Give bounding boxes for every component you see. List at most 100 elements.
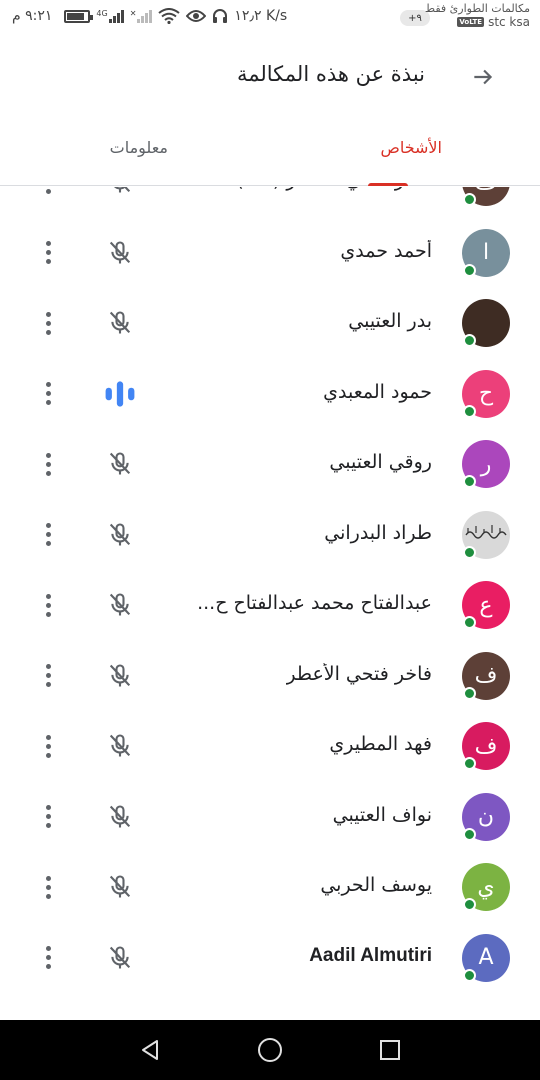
page-title: نبذة عن هذه المكالمة (236, 62, 425, 86)
avatar-initial: ا (482, 240, 490, 265)
participant-row[interactable]: ح حمود المعبدي (0, 359, 540, 429)
participant-name: أحمد حمدي (340, 239, 432, 262)
nav-back-button[interactable] (134, 1034, 166, 1066)
active-tab-indicator (368, 183, 408, 186)
more-vert-icon (45, 673, 51, 678)
back-button[interactable] (466, 60, 500, 94)
more-vert-icon (45, 664, 51, 669)
carrier-emergency-text: مكالمات الطوارئ فقط (424, 2, 530, 15)
more-options-button[interactable] (36, 869, 60, 905)
participant-row[interactable]: ف فاخر فتحي الأعطر (0, 641, 540, 711)
online-status-dot (463, 193, 476, 206)
mic-off-icon (109, 522, 131, 545)
avatar-initial: A (478, 945, 494, 970)
more-vert-icon (45, 470, 51, 476)
more-options-button[interactable] (36, 940, 60, 976)
eye-icon (186, 10, 207, 22)
more-options-button[interactable] (36, 658, 60, 694)
battery-icon (64, 9, 94, 23)
more-options-button[interactable] (36, 187, 60, 200)
more-vert-icon (45, 946, 51, 951)
participant-name: يوسف الحربي (320, 874, 432, 896)
status-left-group: ٩:٢١ م 4G ✕ ١٢٫٢ K/s (12, 8, 287, 24)
more-options-button[interactable] (36, 376, 60, 412)
participant-row[interactable]: ر روقي العتيبي (0, 429, 540, 499)
more-vert-icon (45, 964, 51, 969)
more-vert-icon (45, 532, 51, 537)
online-status-dot (463, 757, 476, 770)
more-vert-icon (45, 391, 51, 396)
mic-status (102, 728, 138, 764)
more-vert-icon (45, 611, 51, 617)
online-status-dot (463, 545, 476, 559)
nav-recents-button[interactable] (374, 1034, 406, 1066)
participant-row[interactable]: ع عبدالفتاح محمد عبدالفتاح ح... (0, 570, 540, 640)
avatar-initial: ف (474, 733, 498, 759)
more-options-button[interactable] (36, 517, 60, 553)
participant-name: نواف العتيبي (332, 803, 432, 826)
more-vert-icon (45, 875, 51, 881)
tab-info[interactable]: معلومات (110, 138, 168, 157)
more-vert-icon (45, 452, 51, 458)
signal-no-service-icon: ✕ (130, 9, 153, 23)
participant-name: فاخر فتحي الأعطر (286, 662, 432, 685)
mic-status (102, 187, 138, 200)
tab-bar: الأشخاص معلومات (0, 130, 540, 186)
more-vert-icon (45, 241, 51, 246)
participant-name: حمود المعبدي (323, 380, 432, 403)
more-vert-icon (45, 400, 51, 405)
avatar-initial: ر (480, 451, 492, 477)
participants-list[interactable]: ف فاخر فتحي الأعطر (أنت) ا أحمد حمدي بدر الع… (0, 187, 540, 1020)
mic-status (102, 658, 138, 694)
participant-row[interactable]: ف فاخر فتحي الأعطر (أنت) (0, 187, 540, 217)
participant-name: طراد البدراني (324, 521, 432, 544)
avatar-initial: ف (475, 187, 498, 195)
participant-row[interactable]: ا أحمد حمدي (0, 218, 540, 288)
participant-name: بدر العتيبي (348, 310, 432, 332)
mic-status (102, 446, 138, 482)
participant-row[interactable]: بدر العتيبي (0, 288, 540, 358)
online-status-dot (463, 827, 476, 841)
more-vert-icon (45, 955, 51, 960)
online-status-dot (463, 968, 476, 982)
battery-fill (67, 12, 85, 20)
avatar-initial: ع (479, 592, 493, 618)
more-options-button[interactable] (36, 728, 60, 764)
more-options-button[interactable] (36, 235, 60, 271)
mic-off-icon (109, 452, 131, 475)
more-options-button[interactable] (36, 446, 60, 482)
tab-people[interactable]: الأشخاص (380, 138, 442, 157)
app-header: نبذة عن هذه المكالمة (0, 48, 540, 108)
nav-home-button[interactable] (254, 1034, 286, 1066)
mic-off-icon (109, 804, 131, 827)
online-status-dot (463, 616, 476, 629)
no-service-mark: ✕ (129, 9, 137, 18)
avatar-initial: ي (477, 874, 495, 900)
more-vert-icon (45, 259, 51, 264)
more-vert-icon (45, 593, 51, 599)
mic-status (102, 305, 138, 341)
avatar-initial: ح (478, 381, 494, 406)
more-options-button[interactable] (36, 305, 60, 341)
participant-row[interactable]: ف فهد المطيري (0, 711, 540, 781)
participant-name: فاخر فتحي الأعطر (أنت) (236, 187, 432, 191)
participant-row[interactable]: ن نواف العتيبي (0, 782, 540, 852)
more-vert-icon (45, 188, 51, 194)
carrier-name-row: VoLTE stc ksa (425, 15, 530, 29)
audio-level-icon (105, 380, 135, 407)
mic-off-icon (109, 240, 131, 263)
more-options-button[interactable] (36, 587, 60, 623)
status-bar: ٩:٢١ م 4G ✕ ١٢٫٢ K/s +٩ مكالمات الطوارئ … (0, 0, 540, 40)
more-vert-icon (45, 320, 51, 326)
more-vert-icon (45, 752, 51, 758)
online-status-dot (463, 334, 476, 347)
signal-4g-icon: 4G (96, 9, 124, 23)
more-vert-icon (45, 682, 51, 687)
participant-name: فهد المطيري (329, 733, 432, 755)
mic-off-icon (109, 945, 131, 968)
mic-off-icon (109, 311, 131, 334)
participant-row[interactable]: ي يوسف الحربي (0, 852, 540, 922)
more-options-button[interactable] (36, 799, 60, 835)
participant-row[interactable]: A Aadil Almutiri (0, 923, 540, 993)
participant-row[interactable]: طراد البدراني (0, 500, 540, 570)
